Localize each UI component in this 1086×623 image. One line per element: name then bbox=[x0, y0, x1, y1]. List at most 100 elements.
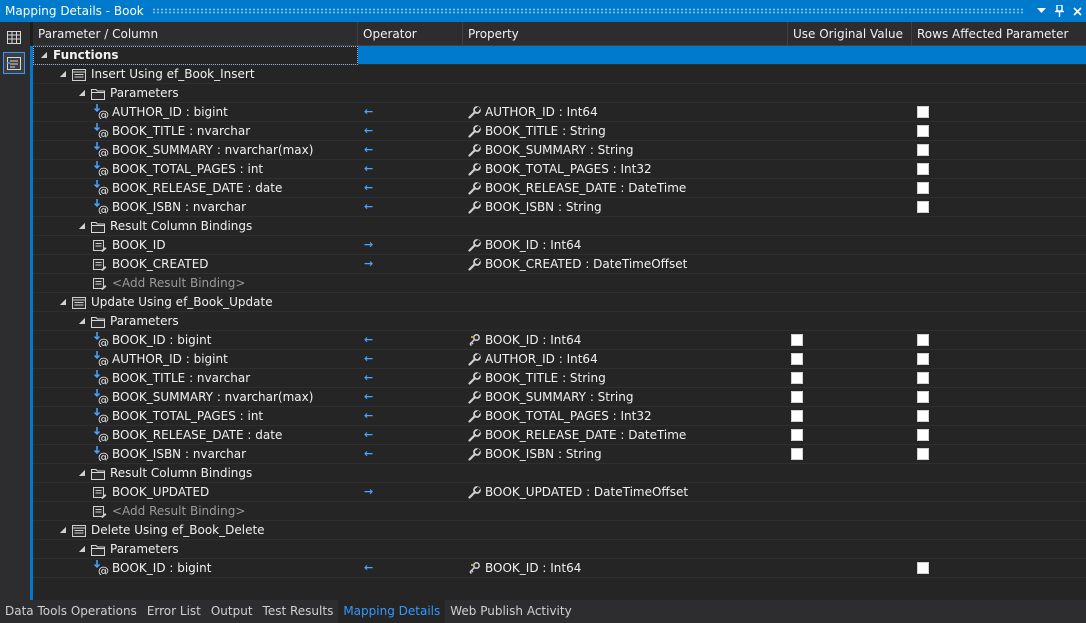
name-cell[interactable]: <Add Result Binding> bbox=[33, 502, 358, 521]
name-cell[interactable]: ◢ Delete Using ef_Book_Delete bbox=[33, 521, 358, 540]
use-original-value-checkbox[interactable] bbox=[791, 429, 803, 441]
parameter-row[interactable]: @ BOOK_ID : bigint ← BOOK_ID : Int64 bbox=[33, 559, 1086, 578]
name-cell[interactable]: @ BOOK_ID : bigint bbox=[33, 559, 358, 578]
property-cell[interactable]: BOOK_RELEASE_DATE : DateTime bbox=[463, 426, 788, 445]
operator-cell[interactable]: ← bbox=[358, 426, 463, 445]
parameter-row[interactable]: @ BOOK_RELEASE_DATE : date ← BOOK_RELEASE_D… bbox=[33, 179, 1086, 198]
tab-test-results[interactable]: Test Results bbox=[258, 600, 339, 623]
add-result-binding[interactable]: <Add Result Binding> bbox=[112, 274, 245, 292]
rows-affected-checkbox[interactable] bbox=[917, 182, 929, 194]
operator-cell[interactable]: ← bbox=[358, 198, 463, 217]
name-cell[interactable]: ◢ Result Column Bindings bbox=[33, 217, 358, 236]
column-header-rows-affected[interactable]: Rows Affected Parameter bbox=[912, 22, 1086, 46]
name-cell[interactable]: ◢ Insert Using ef_Book_Insert bbox=[33, 65, 358, 84]
use-original-value-checkbox[interactable] bbox=[791, 410, 803, 422]
operator-cell[interactable]: ← bbox=[358, 445, 463, 464]
tree-node-row[interactable]: ◢ Result Column Bindings bbox=[33, 217, 1086, 236]
property-cell[interactable]: BOOK_TOTAL_PAGES : Int32 bbox=[463, 160, 788, 179]
use-original-value-checkbox[interactable] bbox=[791, 353, 803, 365]
operator-cell[interactable]: ← bbox=[358, 331, 463, 350]
name-cell[interactable]: BOOK_UPDATED bbox=[33, 483, 358, 502]
name-cell[interactable]: ◢ Update Using ef_Book_Update bbox=[33, 293, 358, 312]
property-cell[interactable]: BOOK_TITLE : String bbox=[463, 122, 788, 141]
name-cell[interactable]: @ BOOK_ISBN : nvarchar bbox=[33, 198, 358, 217]
column-header-parameter[interactable]: Parameter / Column bbox=[33, 22, 358, 46]
tab-mapping-details[interactable]: Mapping Details bbox=[338, 600, 446, 623]
tree-node-row[interactable]: ◢ Parameters bbox=[33, 312, 1086, 331]
result-binding-row[interactable]: BOOK_ID → BOOK_ID : Int64 bbox=[33, 236, 1086, 255]
drag-grip[interactable] bbox=[151, 8, 1024, 14]
tree-node-row[interactable]: ◢ Parameters bbox=[33, 84, 1086, 103]
name-cell[interactable]: @ BOOK_ISBN : nvarchar bbox=[33, 445, 358, 464]
property-cell[interactable]: BOOK_TITLE : String bbox=[463, 369, 788, 388]
tab-error-list[interactable]: Error List bbox=[142, 600, 206, 623]
name-cell[interactable]: ◢ Parameters bbox=[33, 540, 358, 559]
tree-node-row[interactable]: ◢ Insert Using ef_Book_Insert bbox=[33, 65, 1086, 84]
operator-cell[interactable]: ← bbox=[358, 179, 463, 198]
operator-cell[interactable]: → bbox=[358, 236, 463, 255]
tab-data-tools-operations[interactable]: Data Tools Operations bbox=[0, 600, 142, 623]
expander-icon[interactable]: ◢ bbox=[39, 46, 49, 64]
column-header-operator[interactable]: Operator bbox=[358, 22, 463, 46]
add-result-binding[interactable]: <Add Result Binding> bbox=[112, 502, 245, 520]
expander-icon[interactable]: ◢ bbox=[58, 521, 68, 539]
rows-affected-checkbox[interactable] bbox=[917, 410, 929, 422]
tree-node-row[interactable]: ◢ Parameters bbox=[33, 540, 1086, 559]
name-cell[interactable]: @ BOOK_SUMMARY : nvarchar(max) bbox=[33, 141, 358, 160]
rows-affected-checkbox[interactable] bbox=[917, 429, 929, 441]
parameter-row[interactable]: @ BOOK_RELEASE_DATE : date ← BOOK_RELEASE_D… bbox=[33, 426, 1086, 445]
property-cell[interactable]: BOOK_RELEASE_DATE : DateTime bbox=[463, 179, 788, 198]
name-cell[interactable]: <Add Result Binding> bbox=[33, 274, 358, 293]
rows-affected-checkbox[interactable] bbox=[917, 201, 929, 213]
column-header-property[interactable]: Property bbox=[463, 22, 788, 46]
name-cell[interactable]: BOOK_ID bbox=[33, 236, 358, 255]
operator-cell[interactable]: ← bbox=[358, 103, 463, 122]
expander-icon[interactable]: ◢ bbox=[77, 312, 87, 330]
result-binding-row[interactable]: BOOK_CREATED → BOOK_CREATED : DateTimeOffs… bbox=[33, 255, 1086, 274]
operator-cell[interactable]: ← bbox=[358, 141, 463, 160]
parameter-row[interactable]: @ BOOK_ISBN : nvarchar ← BOOK_ISBN : String bbox=[33, 198, 1086, 217]
property-cell[interactable]: BOOK_SUMMARY : String bbox=[463, 141, 788, 160]
name-cell[interactable]: @ BOOK_TOTAL_PAGES : int bbox=[33, 160, 358, 179]
parameter-row[interactable]: @ BOOK_ISBN : nvarchar ← BOOK_ISBN : String bbox=[33, 445, 1086, 464]
parameter-row[interactable]: @ BOOK_TITLE : nvarchar ← BOOK_TITLE : Stri… bbox=[33, 122, 1086, 141]
tab-web-publish-activity[interactable]: Web Publish Activity bbox=[445, 600, 576, 623]
column-header-use-original-value[interactable]: Use Original Value bbox=[788, 22, 912, 46]
expander-icon[interactable]: ◢ bbox=[77, 540, 87, 558]
operator-cell[interactable]: ← bbox=[358, 122, 463, 141]
name-cell[interactable]: @ BOOK_ID : bigint bbox=[33, 331, 358, 350]
name-cell[interactable]: @ BOOK_TITLE : nvarchar bbox=[33, 369, 358, 388]
dropdown-icon[interactable] bbox=[1032, 2, 1050, 20]
property-cell[interactable]: BOOK_CREATED : DateTimeOffset bbox=[463, 255, 788, 274]
operator-cell[interactable]: ← bbox=[358, 160, 463, 179]
rows-affected-checkbox[interactable] bbox=[917, 163, 929, 175]
pin-icon[interactable] bbox=[1050, 2, 1068, 20]
property-cell[interactable]: BOOK_ID : Int64 bbox=[463, 331, 788, 350]
tree-node-row[interactable]: ◢ Functions bbox=[33, 46, 1086, 65]
parameter-row[interactable]: @ BOOK_SUMMARY : nvarchar(max) ← BOOK_SUMMA… bbox=[33, 388, 1086, 407]
map-tables-icon[interactable] bbox=[3, 26, 25, 48]
name-cell[interactable]: ◢ Parameters bbox=[33, 312, 358, 331]
use-original-value-checkbox[interactable] bbox=[791, 391, 803, 403]
parameter-row[interactable]: @ BOOK_SUMMARY : nvarchar(max) ← BOOK_SUMMA… bbox=[33, 141, 1086, 160]
operator-cell[interactable]: → bbox=[358, 255, 463, 274]
parameter-row[interactable]: @ BOOK_TOTAL_PAGES : int ← BOOK_TOTAL_PAGES… bbox=[33, 160, 1086, 179]
rows-affected-checkbox[interactable] bbox=[917, 106, 929, 118]
name-cell[interactable]: @ BOOK_TITLE : nvarchar bbox=[33, 122, 358, 141]
result-binding-row[interactable]: <Add Result Binding> bbox=[33, 502, 1086, 521]
expander-icon[interactable]: ◢ bbox=[58, 65, 68, 83]
property-cell[interactable]: BOOK_TOTAL_PAGES : Int32 bbox=[463, 407, 788, 426]
map-functions-icon[interactable] bbox=[3, 52, 25, 74]
close-icon[interactable] bbox=[1068, 2, 1086, 20]
operator-cell[interactable]: ← bbox=[358, 407, 463, 426]
name-cell[interactable]: ◢ Parameters bbox=[33, 84, 358, 103]
name-cell[interactable]: BOOK_CREATED bbox=[33, 255, 358, 274]
use-original-value-checkbox[interactable] bbox=[791, 448, 803, 460]
property-cell[interactable]: BOOK_ISBN : String bbox=[463, 445, 788, 464]
tree-node-row[interactable]: ◢ Delete Using ef_Book_Delete bbox=[33, 521, 1086, 540]
rows-affected-checkbox[interactable] bbox=[917, 353, 929, 365]
name-cell[interactable]: ◢ Functions bbox=[33, 46, 358, 65]
property-cell[interactable]: BOOK_ISBN : String bbox=[463, 198, 788, 217]
name-cell[interactable]: @ AUTHOR_ID : bigint bbox=[33, 350, 358, 369]
name-cell[interactable]: ◢ Result Column Bindings bbox=[33, 464, 358, 483]
